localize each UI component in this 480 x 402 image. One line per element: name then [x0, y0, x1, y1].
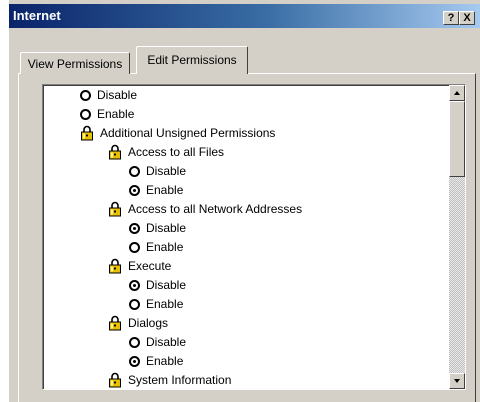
radio-button[interactable] [129, 184, 140, 196]
radio-button[interactable] [129, 222, 140, 234]
tree-group-item[interactable]: Dialogs [108, 314, 168, 332]
radio-button[interactable] [129, 298, 140, 310]
tree-item-label: Enable [146, 297, 184, 311]
radio-option-enable[interactable]: Enable [80, 105, 134, 123]
tree-group-item[interactable]: Access to all Files [108, 143, 224, 161]
tree-item-label: Enable [97, 107, 135, 121]
radio-option-enable[interactable]: Enable [129, 181, 183, 199]
radio-button[interactable] [129, 241, 140, 253]
arrow-down-icon [454, 379, 460, 383]
arrow-up-icon [454, 91, 460, 95]
lock-icon [108, 372, 122, 388]
tab-label: View Permissions [27, 57, 123, 71]
radio-option-disable[interactable]: Disable [129, 219, 186, 237]
radio-button[interactable] [80, 108, 91, 120]
close-icon: X [463, 12, 471, 24]
radio-option-disable[interactable]: Disable [129, 162, 186, 180]
radio-option-disable[interactable]: Disable [129, 333, 186, 351]
radio-option-enable[interactable]: Enable [129, 352, 183, 370]
lock-icon [108, 315, 122, 331]
radio-button[interactable] [129, 336, 140, 348]
radio-option-disable[interactable]: Disable [80, 86, 137, 104]
tree-group-item[interactable]: Additional Unsigned Permissions [80, 124, 275, 142]
radio-button[interactable] [129, 279, 140, 291]
help-icon: ? [447, 12, 455, 24]
tree-item-label: Disable [146, 164, 187, 178]
tab-label: Edit Permissions [147, 53, 237, 67]
lock-icon [108, 144, 122, 160]
scroll-up-button[interactable] [449, 85, 465, 101]
tree-item-label: Enable [146, 354, 184, 368]
tree-group-item[interactable]: Access to all Network Addresses [108, 200, 302, 218]
vertical-scrollbar[interactable] [449, 85, 465, 389]
tree-item-label: Enable [146, 183, 184, 197]
tree-item-label: Access to all Files [128, 145, 225, 159]
tab-view-permissions[interactable]: View Permissions [20, 52, 130, 74]
window-title: Internet [13, 8, 61, 23]
tree-item-label: Disable [97, 88, 138, 102]
title-bar[interactable]: Internet ? X [9, 4, 480, 28]
radio-option-enable[interactable]: Enable [129, 238, 183, 256]
tree-item-label: Dialogs [128, 316, 169, 330]
lock-icon [108, 258, 122, 274]
radio-option-enable[interactable]: Enable [129, 295, 183, 313]
tree-group-item[interactable]: Execute [108, 257, 171, 275]
tree-item-label: System Information [128, 373, 232, 387]
lock-icon [80, 125, 94, 141]
radio-button[interactable] [80, 89, 91, 101]
radio-option-disable[interactable]: Disable [129, 276, 186, 294]
scroll-down-button[interactable] [449, 373, 465, 389]
scroll-thumb[interactable] [449, 101, 465, 177]
tree-item-label: Access to all Network Addresses [128, 202, 303, 216]
help-button[interactable]: ? [443, 11, 459, 25]
tree-item-label: Execute [128, 259, 172, 273]
permissions-tree[interactable]: Disable Enable Additional Unsigned Permiss… [42, 84, 466, 390]
radio-button[interactable] [129, 165, 140, 177]
tree-item-label: Enable [146, 240, 184, 254]
tree-item-label: Additional Unsigned Permissions [100, 126, 276, 140]
tree-item-label: Disable [146, 221, 187, 235]
tab-edit-permissions[interactable]: Edit Permissions [136, 46, 248, 74]
close-button[interactable]: X [459, 11, 475, 25]
radio-button[interactable] [129, 355, 140, 367]
tree-item-label: Disable [146, 335, 187, 349]
tree-item-label: Disable [146, 278, 187, 292]
tree-group-item[interactable]: System Information [108, 371, 231, 389]
lock-icon [108, 201, 122, 217]
